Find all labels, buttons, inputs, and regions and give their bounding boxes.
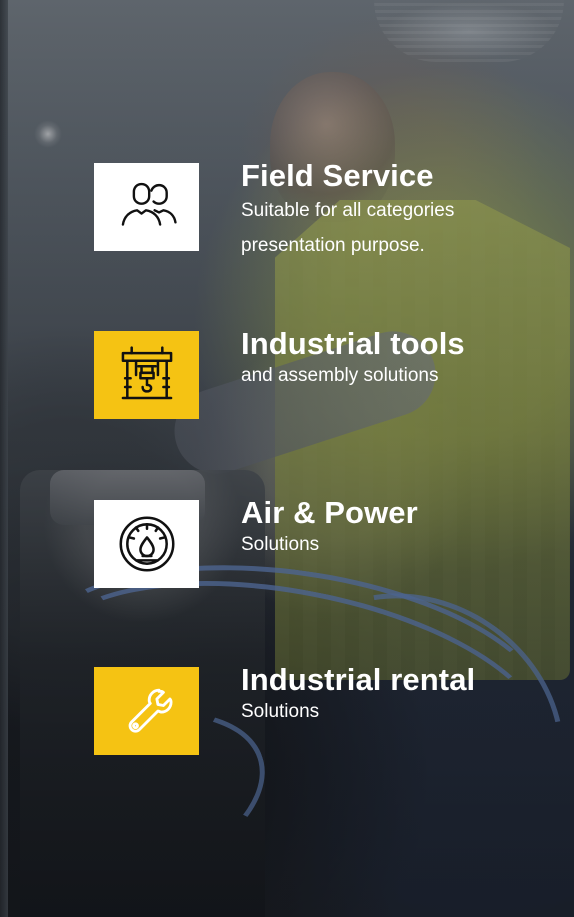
feature-title: Industrial rental xyxy=(241,662,476,697)
feature-industrial-tools[interactable]: Industrial tools and assembly solutions xyxy=(94,327,524,431)
feature-description: Solutions xyxy=(241,534,320,555)
feature-title: Field Service xyxy=(241,158,434,193)
feature-description-line: Suitable for all categories xyxy=(241,200,455,221)
feature-text: Field Service Suitable for all categorie… xyxy=(241,159,531,263)
feature-description-line: presentation purpose. xyxy=(241,235,425,256)
feature-description: and assembly solutions xyxy=(241,365,439,386)
feature-icon-tile xyxy=(94,331,199,419)
users-icon xyxy=(121,182,177,226)
feature-icon-tile xyxy=(94,667,199,755)
feature-title: Air & Power xyxy=(241,495,418,530)
feature-field-service[interactable]: Field Service Suitable for all categorie… xyxy=(94,159,524,263)
feature-industrial-rental[interactable]: Industrial rental Solutions xyxy=(94,663,524,767)
feature-list: Field Service Suitable for all categorie… xyxy=(0,0,574,917)
wrench-icon xyxy=(128,688,172,733)
feature-text: Industrial rental Solutions xyxy=(241,663,531,724)
feature-icon-tile xyxy=(94,500,199,588)
feature-description: Solutions xyxy=(241,701,320,722)
feature-text: Air & Power Solutions xyxy=(241,496,531,557)
pressure-gauge-icon xyxy=(118,516,175,572)
feature-description: Suitable for all categories presentation… xyxy=(241,193,531,263)
crane-hook-icon xyxy=(121,346,172,400)
feature-title: Industrial tools xyxy=(241,326,465,361)
hero-section: Field Service Suitable for all categorie… xyxy=(0,0,574,917)
feature-air-power[interactable]: Air & Power Solutions xyxy=(94,496,524,600)
feature-icon-tile xyxy=(94,163,199,251)
feature-text: Industrial tools and assembly solutions xyxy=(241,327,531,388)
